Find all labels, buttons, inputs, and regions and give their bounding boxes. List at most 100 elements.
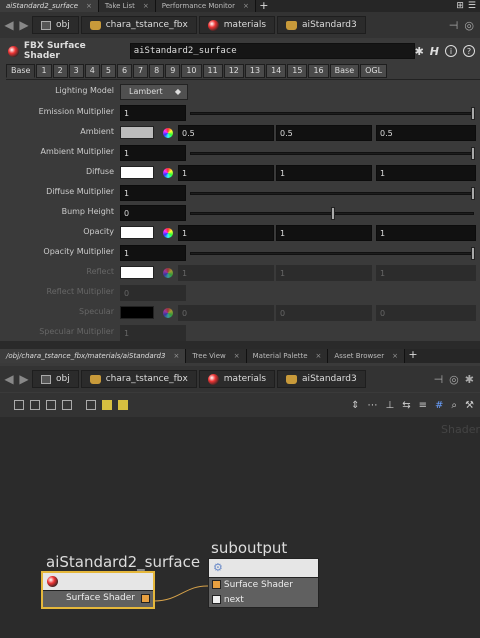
layout-icon[interactable]: ⋯ <box>368 400 378 411</box>
node-aistandard2-surface[interactable]: Surface Shader <box>41 571 155 609</box>
input-port[interactable] <box>212 580 221 589</box>
crumb-materials[interactable]: materials <box>198 370 276 388</box>
tab-10[interactable]: 10 <box>181 64 202 78</box>
color-wheel-icon[interactable] <box>163 128 173 138</box>
tab-asset-browser[interactable]: Asset Browser × <box>328 349 405 363</box>
tree-icon[interactable] <box>14 400 24 410</box>
node-name-field[interactable]: aiStandard2_surface <box>129 43 415 59</box>
crumb-chara[interactable]: chara_tstance_fbx <box>80 370 197 388</box>
ambient-b-field[interactable]: 0.5 <box>376 125 476 141</box>
tab-base-2[interactable]: Base <box>329 64 360 78</box>
link-icon[interactable]: ◎ <box>464 19 474 32</box>
tab-8[interactable]: 8 <box>149 64 165 78</box>
ambient-color-swatch[interactable] <box>120 126 154 139</box>
grid-icon[interactable] <box>46 400 56 410</box>
tab-performance-monitor[interactable]: Performance Monitor × <box>155 0 256 12</box>
back-arrow-icon[interactable]: ◀ <box>3 372 15 386</box>
close-icon[interactable]: × <box>173 352 179 360</box>
tab-tree-view[interactable]: Tree View × <box>186 349 247 363</box>
image-icon[interactable] <box>86 400 96 410</box>
opacity-mult-slider[interactable] <box>190 247 475 260</box>
tab-2[interactable]: 2 <box>52 64 68 78</box>
gear-icon[interactable]: ✱ <box>415 45 424 58</box>
slider-handle[interactable] <box>471 187 475 200</box>
back-arrow-icon[interactable]: ◀ <box>3 18 15 32</box>
opacity-g-field[interactable]: 1 <box>276 225 372 241</box>
crumb-materials[interactable]: materials <box>198 16 276 34</box>
tab-base[interactable]: Base <box>6 64 36 78</box>
align-icon[interactable]: ⇕ <box>351 400 359 411</box>
crumb-aistandard3[interactable]: aiStandard3 <box>277 370 366 388</box>
tab-ogl[interactable]: OGL <box>360 64 388 78</box>
wrench-icon[interactable]: ⚒ <box>465 400 474 411</box>
tab-3[interactable]: 3 <box>68 64 84 78</box>
tab-7[interactable]: 7 <box>133 64 149 78</box>
grid-toggle-icon[interactable]: # <box>435 400 443 411</box>
dependency-icon[interactable]: ⇆ <box>402 400 410 411</box>
tab-network-editor[interactable]: /obj/chara_tstance_fbx/materials/aiStand… <box>0 349 187 363</box>
opacity-color-swatch[interactable] <box>120 226 154 239</box>
lighting-model-select[interactable]: Lambert ◆ <box>120 84 188 100</box>
link-icon[interactable]: ◎ <box>449 373 459 386</box>
crumb-obj[interactable]: obj <box>32 16 79 34</box>
bump-height-field[interactable]: 0 <box>120 205 186 221</box>
diffuse-mult-slider[interactable] <box>190 187 475 200</box>
ambient-r-field[interactable]: 0.5 <box>178 125 274 141</box>
slider-handle[interactable] <box>331 207 335 220</box>
network-box-icon[interactable] <box>118 400 128 410</box>
ambient-mult-slider[interactable] <box>190 147 475 160</box>
slider-handle[interactable] <box>471 107 475 120</box>
pin-icon[interactable]: ⊣ <box>434 373 444 386</box>
tab-material-palette[interactable]: Material Palette × <box>246 349 329 363</box>
tab-11[interactable]: 11 <box>202 64 223 78</box>
ambient-g-field[interactable]: 0.5 <box>276 125 372 141</box>
tab-1[interactable]: 1 <box>36 64 52 78</box>
pin-icon[interactable]: ⊣ <box>449 19 459 32</box>
diffuse-color-swatch[interactable] <box>120 166 154 179</box>
ambient-mult-field[interactable]: 1 <box>120 145 186 161</box>
tab-15[interactable]: 15 <box>287 64 308 78</box>
snap-icon[interactable]: ⊥ <box>386 400 395 411</box>
output-port[interactable] <box>141 594 150 603</box>
tab-16[interactable]: 16 <box>308 64 329 78</box>
close-icon[interactable]: × <box>86 2 92 10</box>
tab-parameters[interactable]: aiStandard2_surface × <box>0 0 99 12</box>
emission-mult-slider[interactable] <box>190 107 475 120</box>
crumb-aistandard3[interactable]: aiStandard3 <box>277 16 366 34</box>
opacity-r-field[interactable]: 1 <box>178 225 274 241</box>
emission-mult-field[interactable]: 1 <box>120 105 186 121</box>
diffuse-mult-field[interactable]: 1 <box>120 185 186 201</box>
color-wheel-icon[interactable] <box>163 168 173 178</box>
tab-4[interactable]: 4 <box>84 64 100 78</box>
tab-6[interactable]: 6 <box>116 64 133 78</box>
palette-icon[interactable] <box>62 400 72 410</box>
tab-14[interactable]: 14 <box>266 64 287 78</box>
menu-icon[interactable]: ☰ <box>468 1 476 11</box>
flags-icon[interactable]: ≡ <box>419 400 427 411</box>
crumb-obj[interactable]: obj <box>32 370 79 388</box>
slider-handle[interactable] <box>471 247 475 260</box>
info-icon[interactable]: i <box>445 45 457 57</box>
gear-icon[interactable]: ✱ <box>465 373 474 386</box>
bump-height-slider[interactable] <box>190 207 474 220</box>
crumb-chara[interactable]: chara_tstance_fbx <box>80 16 197 34</box>
opacity-b-field[interactable]: 1 <box>376 225 476 241</box>
close-icon[interactable]: × <box>234 352 240 360</box>
pin-icon[interactable]: ⊞ <box>456 1 464 11</box>
forward-arrow-icon[interactable]: ▶ <box>18 372 30 386</box>
opacity-mult-field[interactable]: 1 <box>120 245 186 261</box>
tab-13[interactable]: 13 <box>244 64 266 78</box>
question-icon[interactable]: ? <box>463 45 475 57</box>
diffuse-r-field[interactable]: 1 <box>178 165 274 181</box>
input-port[interactable] <box>212 595 221 604</box>
diffuse-b-field[interactable]: 1 <box>376 165 476 181</box>
note-icon[interactable] <box>102 400 112 410</box>
close-icon[interactable]: × <box>316 352 322 360</box>
close-icon[interactable]: × <box>243 2 249 10</box>
node-suboutput[interactable]: ⚙ Surface Shader next <box>208 558 319 608</box>
tab-9[interactable]: 9 <box>165 64 181 78</box>
help-icon[interactable]: H <box>430 45 439 58</box>
add-tab-button[interactable]: + <box>256 0 272 12</box>
tab-take-list[interactable]: Take List × <box>98 0 156 12</box>
tab-12[interactable]: 12 <box>223 64 244 78</box>
